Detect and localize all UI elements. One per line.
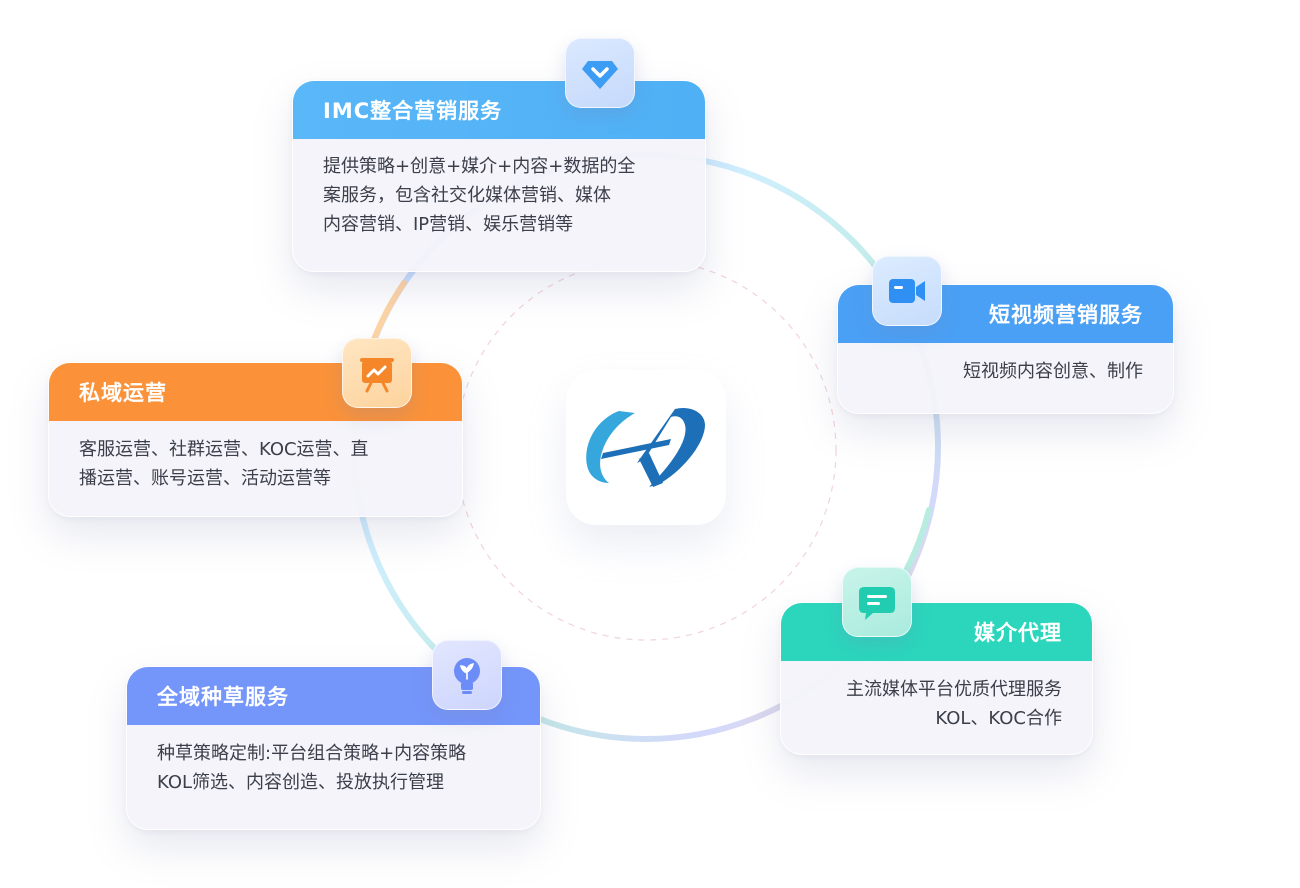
card-imc-line: 案服务，包含社交化媒体营销、媒体 — [323, 185, 611, 206]
card-private-domain-body: 客服运营、社群运营、KOC运营、直 播运营、账号运营、活动运营等 — [49, 421, 462, 493]
card-grass-planting-line: KOL筛选、内容创造、投放执行管理 — [157, 772, 445, 793]
hv-logo-mark — [586, 407, 705, 487]
card-media-agency-title: 媒介代理 — [974, 621, 1062, 645]
card-grass-planting-body: 种草策略定制:平台组合策略+内容策略 KOL筛选、内容创造、投放执行管理 — [127, 725, 540, 797]
card-imc-header: IMC整合营销服务 — [293, 81, 705, 139]
card-private-domain-title: 私域运营 — [79, 381, 167, 405]
lightbulb-sprout-icon — [432, 640, 502, 710]
card-private-domain-line: 客服运营、社群运营、KOC运营、直 — [79, 439, 369, 460]
card-grass-planting-line: 种草策略定制:平台组合策略+内容策略 — [157, 743, 467, 764]
card-short-video-line: 短视频内容创意、制作 — [963, 361, 1143, 382]
card-imc: IMC整合营销服务 提供策略+创意+媒介+内容+数据的全 案服务，包含社交化媒体… — [292, 80, 706, 272]
card-imc-body: 提供策略+创意+媒介+内容+数据的全 案服务，包含社交化媒体营销、媒体 内容营销… — [293, 139, 705, 239]
diamond-icon — [565, 38, 635, 108]
center-logo-tile — [566, 370, 726, 525]
card-media-agency-body: 主流媒体平台优质代理服务 KOL、KOC合作 — [781, 661, 1092, 733]
card-private-domain-line: 播运营、账号运营、活动运营等 — [79, 468, 331, 489]
card-media-agency-line: KOL、KOC合作 — [935, 708, 1062, 729]
video-camera-icon — [872, 256, 942, 326]
card-media-agency: 媒介代理 主流媒体平台优质代理服务 KOL、KOC合作 — [780, 602, 1093, 755]
card-imc-line: 提供策略+创意+媒介+内容+数据的全 — [323, 156, 636, 177]
presentation-chart-icon — [342, 338, 412, 408]
card-media-agency-line: 主流媒体平台优质代理服务 — [846, 679, 1062, 700]
card-grass-planting-title: 全域种草服务 — [157, 685, 289, 709]
chat-bubble-icon — [842, 567, 912, 637]
card-media-agency-header: 媒介代理 — [781, 603, 1092, 661]
card-imc-line: 内容营销、IP营销、娱乐营销等 — [323, 214, 574, 235]
card-short-video-title: 短视频营销服务 — [989, 303, 1143, 327]
card-imc-title: IMC整合营销服务 — [323, 99, 503, 123]
card-short-video-body: 短视频内容创意、制作 — [838, 343, 1173, 386]
